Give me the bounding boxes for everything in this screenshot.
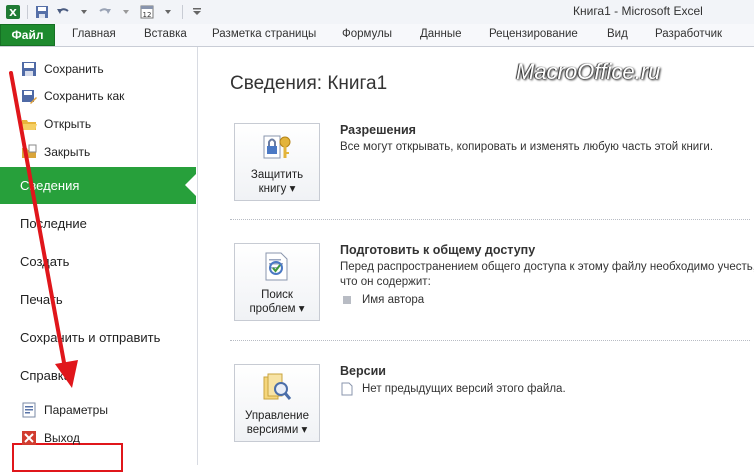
quick-access-toolbar: X 12 [4,3,206,21]
toolbar-separator [182,5,183,19]
save-as-icon [21,88,37,104]
check-issues-label: Поиск проблем ▾ [249,288,304,316]
redo-icon[interactable] [96,3,114,21]
exit-icon [21,430,37,446]
selected-arrow-icon [185,173,197,197]
watermark: MacroOffice.ru [516,59,661,84]
section-divider [230,219,750,220]
prepare-sharing-description: Перед распространением общего доступа к … [340,261,754,288]
save-command[interactable]: Сохранить [0,57,104,81]
ribbon-tabs: Файл Главная Вставка Разметка страницы Ф… [0,24,754,47]
save-icon[interactable] [33,3,51,21]
author-name-label: Имя автора [362,294,425,306]
nav-tab-new[interactable]: Создать [0,243,196,280]
versions-section: Управление версиями ▾ Версии Нет предыду… [230,364,750,464]
permissions-heading: Разрешения [340,123,416,137]
tab-insert[interactable]: Вставка [144,28,187,40]
chevron-down-icon[interactable] [75,3,93,21]
close-command[interactable]: Закрыть [0,140,90,164]
tab-page-layout[interactable]: Разметка страницы [212,28,316,40]
chevron-down-icon: ▾ [301,424,308,436]
author-name-item: Имя автора [340,293,424,307]
permissions-description: Все могут открывать, копировать и изменя… [340,141,714,153]
exit-command[interactable]: Выход [0,426,80,450]
customize-toolbar-icon[interactable] [188,3,206,21]
chevron-down-icon[interactable] [159,3,177,21]
open-folder-icon [21,116,37,132]
chevron-down-icon: ▾ [289,183,296,195]
save-label: Сохранить [44,62,104,76]
tab-view[interactable]: Вид [607,28,628,40]
tab-review[interactable]: Рецензирование [489,28,578,40]
svg-text:12: 12 [143,11,152,19]
manage-versions-line2: версиями [246,424,299,436]
toolbar-separator [27,5,28,19]
save-icon [21,61,37,77]
calendar-icon[interactable]: 12 [138,3,156,21]
protect-workbook-button[interactable]: Защитить книгу ▾ [234,123,320,201]
options-icon [21,402,37,418]
inspect-document-icon [265,252,288,281]
prepare-sharing-heading: Подготовить к общему доступу [340,243,536,257]
backstage-content: Сведения: Книга1 MacroOffice.ru Защитить… [198,47,754,465]
svg-text:X: X [9,8,17,19]
excel-logo-icon[interactable]: X [4,3,22,21]
options-label: Параметры [44,403,108,417]
no-versions-label: Нет предыдущих версий этого файла. [362,383,566,395]
nav-tab-recent-label: Последние [20,216,87,231]
nav-tab-help-label: Справка [20,368,71,383]
exit-label: Выход [44,431,80,445]
nav-tab-print[interactable]: Печать [0,281,196,318]
permissions-section: Защитить книгу ▾ Разрешения Все могут от… [230,123,750,223]
check-issues-button[interactable]: Поиск проблем ▾ [234,243,320,321]
open-label: Открыть [44,117,92,131]
close-label: Закрыть [44,145,91,159]
no-versions-item: Нет предыдущих версий этого файла. [340,382,566,396]
manage-versions-icon [263,373,292,400]
lock-key-icon [263,135,291,159]
check-issues-line1: Поиск [261,289,293,301]
tab-developer[interactable]: Разработчик [655,28,722,40]
undo-icon[interactable] [54,3,72,21]
protect-label-line1: Защитить [250,169,304,181]
backstage-nav: Сохранить Сохранить как Открыть Закрыть … [0,47,198,472]
nav-tab-info-label: Сведения [20,178,80,193]
chevron-down-icon[interactable] [117,3,135,21]
page-title: Сведения: Книга1 [230,73,388,94]
manage-versions-button[interactable]: Управление версиями ▾ [234,364,320,442]
protect-workbook-label: Защитить книгу ▾ [251,168,303,196]
nav-tab-info[interactable]: Сведения [0,167,197,204]
nav-tab-help[interactable]: Справка [0,357,196,394]
nav-tab-recent[interactable]: Последние [0,205,196,242]
manage-versions-label: Управление версиями ▾ [245,409,309,437]
options-command[interactable]: Параметры [0,398,108,422]
tab-file[interactable]: Файл [0,24,55,46]
protect-label-line2: книгу [258,183,287,195]
chevron-down-icon: ▾ [298,303,305,315]
nav-tab-print-label: Печать [20,292,63,307]
document-icon [340,382,354,396]
square-bullet-icon [340,293,354,307]
prepare-sharing-section: Поиск проблем ▾ Подготовить к общему дос… [230,243,754,343]
save-as-command[interactable]: Сохранить как [0,84,124,108]
check-issues-line2: проблем [249,303,296,315]
tab-formulas[interactable]: Формулы [342,28,392,40]
tab-data[interactable]: Данные [420,28,462,40]
window-title: Книга1 - Microsoft Excel [573,4,703,18]
open-command[interactable]: Открыть [0,112,91,136]
nav-tab-new-label: Создать [20,254,70,269]
section-divider [230,340,750,341]
close-file-icon [21,144,37,160]
nav-tab-save-send-label: Сохранить и отправить [20,330,161,345]
tab-home[interactable]: Главная [72,28,116,40]
versions-heading: Версии [340,364,386,378]
nav-tab-save-send[interactable]: Сохранить и отправить [0,319,196,356]
manage-versions-line1: Управление [245,410,309,422]
save-as-label: Сохранить как [44,89,125,103]
title-bar: X 12 Книга1 - Microsoft Excel [0,0,754,25]
